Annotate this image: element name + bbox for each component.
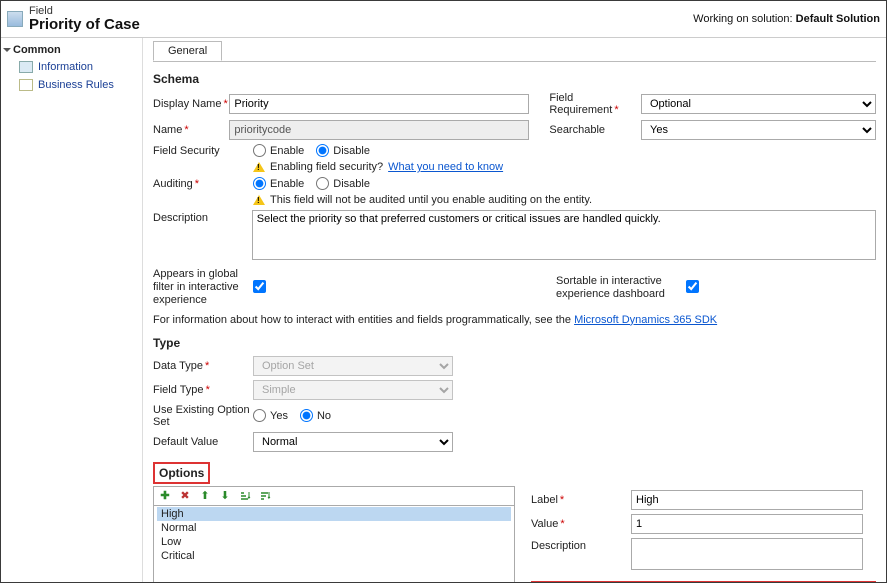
field-security-label: Field Security (153, 145, 220, 157)
warning-icon (253, 195, 265, 205)
sidebar-item-label: Information (38, 61, 93, 73)
display-name-input[interactable] (229, 94, 529, 114)
sidebar-group-common[interactable]: Common (1, 42, 142, 58)
field-security-link[interactable]: What you need to know (388, 161, 503, 173)
window-icon (7, 11, 23, 27)
caret-down-icon (3, 48, 11, 52)
use-existing-label: Use Existing Option Set (153, 404, 253, 428)
option-value-label: Value (531, 518, 558, 530)
move-down-button[interactable]: ⬇ (218, 489, 232, 503)
option-item[interactable]: Normal (157, 521, 511, 535)
default-value-label: Default Value (153, 436, 218, 448)
information-icon (19, 61, 33, 73)
auditing-disable-radio[interactable] (316, 177, 329, 190)
sidebar-item-label: Business Rules (38, 79, 114, 91)
searchable-select[interactable]: Yes (641, 120, 876, 140)
use-existing-yes-radio[interactable] (253, 409, 266, 422)
business-rules-icon (19, 79, 33, 91)
option-label-label: Label (531, 494, 558, 506)
field-type-select: Simple (253, 380, 453, 400)
option-description-textarea[interactable] (631, 538, 863, 570)
global-filter-checkbox[interactable] (253, 280, 266, 293)
use-existing-no-radio[interactable] (300, 409, 313, 422)
option-label-input[interactable] (631, 490, 863, 510)
sidebar-item-business-rules[interactable]: Business Rules (1, 76, 142, 94)
add-option-button[interactable]: ✚ (158, 489, 172, 503)
sdk-footnote: For information about how to interact wi… (153, 314, 876, 326)
sort-desc-button[interactable] (258, 489, 272, 503)
warning-icon (253, 162, 265, 172)
delete-option-button[interactable]: ✖ (178, 489, 192, 503)
default-value-select[interactable]: Normal (253, 432, 453, 452)
data-type-label: Data Type (153, 360, 203, 372)
sortable-label: Sortable in interactive experience dashb… (556, 275, 686, 301)
field-type-label: Field Type (153, 384, 204, 396)
field-requirement-select[interactable]: Optional (641, 94, 876, 114)
working-solution-text: Working on solution: Default Solution (693, 13, 880, 25)
description-textarea[interactable]: Select the priority so that preferred cu… (252, 210, 876, 260)
description-label: Description (153, 212, 208, 224)
option-value-input[interactable] (631, 514, 863, 534)
auditing-label: Auditing (153, 178, 193, 190)
name-input (229, 120, 529, 140)
section-type: Type (153, 336, 876, 350)
option-item[interactable]: Critical (157, 549, 511, 563)
field-security-disable-radio[interactable] (316, 144, 329, 157)
display-name-label: Display Name (153, 98, 221, 110)
searchable-label: Searchable (549, 124, 605, 136)
auditing-enable-radio[interactable] (253, 177, 266, 190)
options-toolbar: ✚ ✖ ⬆ ⬇ (153, 486, 515, 505)
sort-asc-button[interactable] (238, 489, 252, 503)
field-requirement-label: Field Requirement (549, 92, 612, 116)
global-filter-label: Appears in global filter in interactive … (153, 268, 253, 308)
sdk-link[interactable]: Microsoft Dynamics 365 SDK (574, 314, 717, 326)
name-label: Name (153, 124, 182, 136)
move-up-button[interactable]: ⬆ (198, 489, 212, 503)
section-schema: Schema (153, 72, 876, 86)
auditing-warning-text: This field will not be audited until you… (270, 194, 592, 206)
tab-general[interactable]: General (153, 41, 222, 61)
header-title: Priority of Case (29, 16, 693, 33)
option-item[interactable]: High (157, 507, 511, 521)
sortable-checkbox[interactable] (686, 280, 699, 293)
data-type-select: Option Set (253, 356, 453, 376)
field-security-enable-radio[interactable] (253, 144, 266, 157)
options-listbox[interactable]: High Normal Low Critical (153, 505, 515, 582)
option-description-label: Description (531, 540, 586, 552)
option-item[interactable]: Low (157, 535, 511, 549)
field-security-warning-text: Enabling field security? (270, 161, 383, 173)
section-options: Options (153, 462, 210, 484)
sidebar-item-information[interactable]: Information (1, 58, 142, 76)
